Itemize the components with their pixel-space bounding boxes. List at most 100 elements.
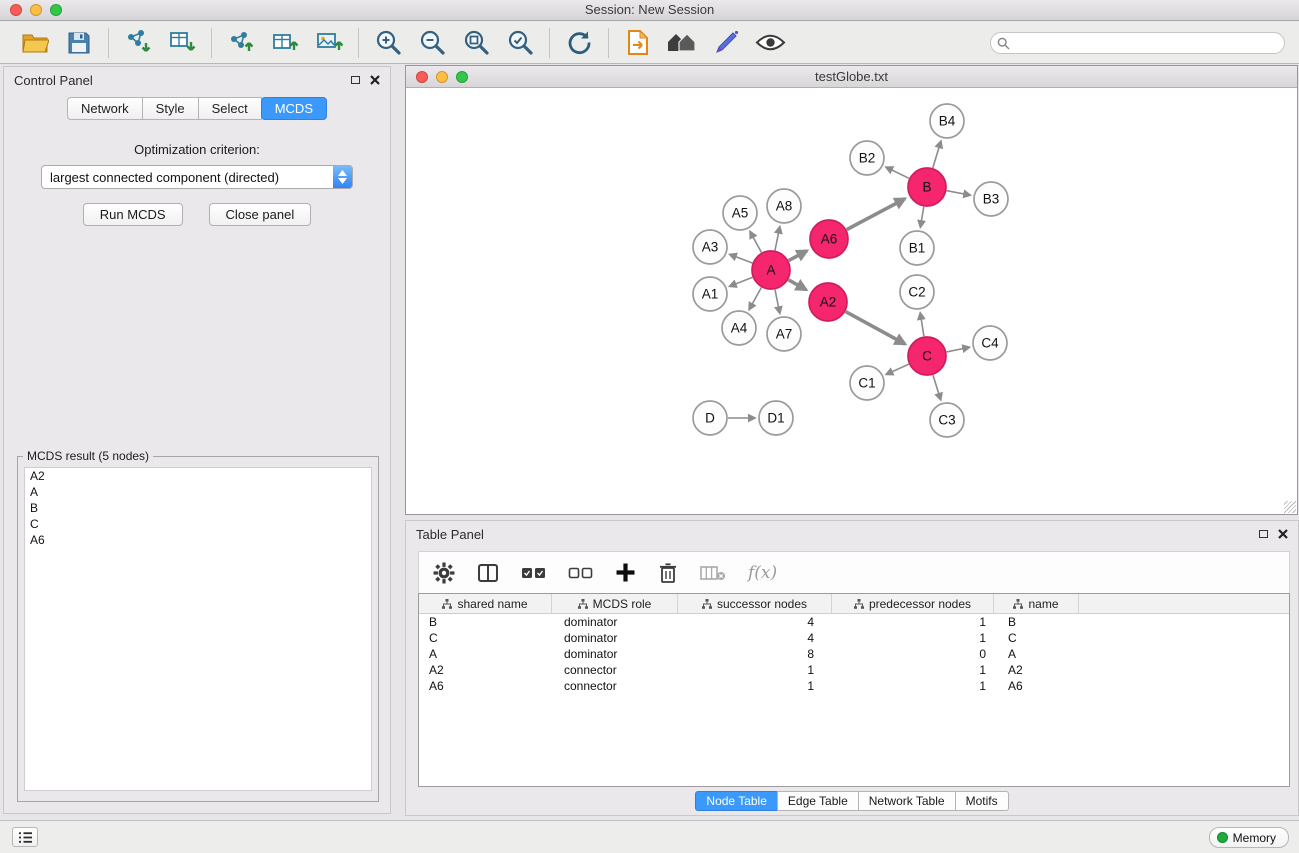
graph-node-A8[interactable]: A8: [767, 189, 801, 223]
graph-node-B1[interactable]: B1: [900, 231, 934, 265]
float-panel-icon[interactable]: [351, 76, 360, 84]
close-table-panel-icon[interactable]: [1278, 529, 1288, 539]
zoom-selected-button[interactable]: [503, 26, 537, 60]
graph-edge-A-A7[interactable]: [775, 290, 780, 314]
table-row[interactable]: Adominator80A: [419, 646, 1289, 662]
add-row-button[interactable]: [615, 562, 636, 583]
close-panel-icon[interactable]: [370, 75, 380, 85]
tab-edge-table[interactable]: Edge Table: [777, 791, 859, 811]
zoom-fit-button[interactable]: [459, 26, 493, 60]
tab-mcds[interactable]: MCDS: [261, 97, 327, 120]
graph-node-A1[interactable]: A1: [693, 277, 727, 311]
show-panels-button[interactable]: [12, 827, 38, 847]
graph-edge-A2-C[interactable]: [846, 312, 905, 344]
home-button[interactable]: [665, 26, 699, 60]
function-builder-button[interactable]: f(x): [748, 563, 777, 583]
graph-node-D1[interactable]: D1: [759, 401, 793, 435]
graph-node-C3[interactable]: C3: [930, 403, 964, 437]
graph-edge-B-B4[interactable]: [933, 141, 941, 168]
apply-layout-button[interactable]: [562, 26, 596, 60]
run-mcds-button[interactable]: Run MCDS: [83, 203, 183, 226]
close-window-button[interactable]: [10, 4, 22, 16]
style-button[interactable]: [709, 26, 743, 60]
show-graphics-button[interactable]: [753, 26, 787, 60]
deselect-all-button[interactable]: [568, 565, 593, 581]
close-network-button[interactable]: [416, 71, 428, 83]
graph-edge-A6-B[interactable]: [847, 199, 905, 230]
export-network-button[interactable]: [224, 26, 258, 60]
graph-edge-C-C1[interactable]: [886, 364, 909, 374]
tab-node-table[interactable]: Node Table: [695, 791, 778, 811]
zoom-in-button[interactable]: [371, 26, 405, 60]
result-item[interactable]: B: [25, 500, 371, 516]
result-item[interactable]: C: [25, 516, 371, 532]
graph-node-A4[interactable]: A4: [722, 311, 756, 345]
graph-edge-A-A2[interactable]: [788, 280, 806, 290]
result-item[interactable]: A: [25, 484, 371, 500]
graph-edge-A-A3[interactable]: [730, 254, 753, 263]
export-image-button[interactable]: [312, 26, 346, 60]
graph-node-C4[interactable]: C4: [973, 326, 1007, 360]
select-all-button[interactable]: [521, 565, 546, 581]
graph-node-A5[interactable]: A5: [723, 196, 757, 230]
table-settings-button[interactable]: [433, 562, 455, 584]
graph-node-B2[interactable]: B2: [850, 141, 884, 175]
result-item[interactable]: A6: [25, 532, 371, 548]
graph-edge-A-A1[interactable]: [730, 277, 753, 286]
graph-node-B3[interactable]: B3: [974, 182, 1008, 216]
graph-node-C2[interactable]: C2: [900, 275, 934, 309]
graph-edge-B-B1[interactable]: [920, 207, 923, 228]
open-file-button[interactable]: [621, 26, 655, 60]
graph-node-A[interactable]: A: [752, 251, 790, 289]
zoom-network-button[interactable]: [456, 71, 468, 83]
result-item[interactable]: A2: [25, 468, 371, 484]
float-table-panel-icon[interactable]: [1259, 530, 1268, 538]
graph-edge-B-B2[interactable]: [886, 167, 909, 178]
graph-edge-A-A8[interactable]: [775, 227, 780, 251]
graph-node-B[interactable]: B: [908, 168, 946, 206]
memory-button[interactable]: Memory: [1209, 827, 1289, 848]
graph-node-A2[interactable]: A2: [809, 283, 847, 321]
network-canvas[interactable]: B4B2BB3A5A8A6A3B1AC2A1A2A4A7C4CC1C3DD1: [406, 89, 1297, 514]
graph-node-C1[interactable]: C1: [850, 366, 884, 400]
optimization-dropdown[interactable]: largest connected component (directed): [41, 165, 353, 189]
graph-edge-C-C3[interactable]: [933, 375, 941, 400]
column-header-mcds-role[interactable]: MCDS role: [552, 594, 678, 613]
graph-node-A6[interactable]: A6: [810, 220, 848, 258]
import-table-button[interactable]: [165, 26, 199, 60]
column-header-successor-nodes[interactable]: successor nodes: [678, 594, 832, 613]
graph-edge-C-C4[interactable]: [947, 347, 970, 352]
zoom-out-button[interactable]: [415, 26, 449, 60]
graph-edge-A-A4[interactable]: [749, 288, 761, 310]
table-row[interactable]: Bdominator41B: [419, 614, 1289, 630]
tab-network-table[interactable]: Network Table: [858, 791, 956, 811]
tab-network[interactable]: Network: [67, 97, 143, 120]
graph-node-C[interactable]: C: [908, 337, 946, 375]
show-columns-button[interactable]: [477, 562, 499, 584]
tab-motifs[interactable]: Motifs: [955, 791, 1009, 811]
minimize-network-button[interactable]: [436, 71, 448, 83]
export-table-button[interactable]: [268, 26, 302, 60]
column-header-name[interactable]: name: [994, 594, 1079, 613]
resize-grip[interactable]: [1284, 501, 1296, 513]
zoom-window-button[interactable]: [50, 4, 62, 16]
graph-edge-A-A5[interactable]: [750, 231, 761, 252]
table-row[interactable]: A2connector11A2: [419, 662, 1289, 678]
graph-node-A3[interactable]: A3: [693, 230, 727, 264]
table-row[interactable]: A6connector11A6: [419, 678, 1289, 694]
save-session-button[interactable]: [62, 26, 96, 60]
graph-edge-C-C2[interactable]: [920, 313, 924, 336]
tab-select[interactable]: Select: [198, 97, 262, 120]
graph-edge-A-A6[interactable]: [789, 251, 807, 261]
delete-row-button[interactable]: [658, 562, 678, 584]
minimize-window-button[interactable]: [30, 4, 42, 16]
network-window-titlebar[interactable]: testGlobe.txt: [406, 66, 1297, 88]
column-header-shared-name[interactable]: shared name: [419, 594, 552, 613]
hide-column-button[interactable]: [700, 564, 726, 582]
tab-style[interactable]: Style: [142, 97, 199, 120]
graph-node-D[interactable]: D: [693, 401, 727, 435]
table-row[interactable]: Cdominator41C: [419, 630, 1289, 646]
open-session-button[interactable]: [18, 26, 52, 60]
import-network-button[interactable]: [121, 26, 155, 60]
graph-node-B4[interactable]: B4: [930, 104, 964, 138]
